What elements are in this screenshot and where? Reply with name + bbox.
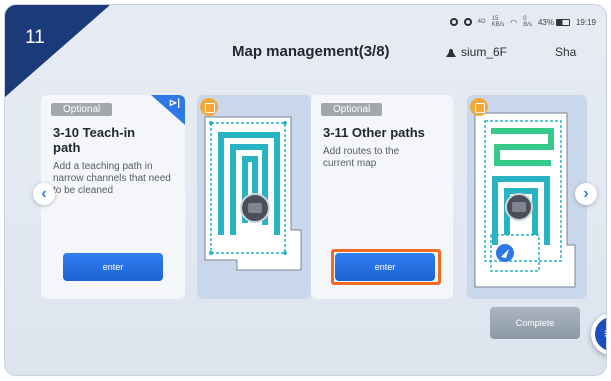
map-drawing — [474, 112, 576, 288]
map-preview-other-paths[interactable] — [467, 95, 587, 299]
card-description: Add routes to the current map — [323, 146, 400, 169]
step-number: 11 — [25, 27, 45, 48]
share-button[interactable]: Sha — [555, 45, 576, 59]
previous-arrow-icon[interactable]: ‹ — [33, 183, 55, 205]
clock: 19:19 — [575, 17, 596, 27]
data-rate-upload: 15 KB/s — [491, 16, 505, 28]
card-description: Add a teaching path in narrow channels t… — [53, 161, 171, 196]
map-preview-teach-in[interactable] — [197, 95, 311, 299]
map-book-icon — [470, 98, 488, 116]
menu-fab[interactable]: ≡ — [591, 313, 606, 355]
map-book-icon — [200, 98, 218, 116]
card-title: 3-11 Other paths — [323, 125, 425, 140]
map-drawing — [204, 116, 302, 271]
location-icon — [463, 18, 472, 26]
data-rate-download: 0 B/s — [523, 16, 532, 28]
step-badge: 11 — [5, 5, 110, 97]
enter-button-highlight — [331, 249, 441, 285]
cellular-signal-icon: 4G — [477, 19, 486, 25]
page-title: Map management(3/8) — [232, 43, 390, 60]
complete-button[interactable]: Complete — [490, 307, 580, 339]
next-arrow-icon[interactable]: › — [575, 183, 597, 205]
record-icon — [449, 18, 458, 26]
wifi-icon: ◠ — [510, 17, 518, 27]
card-title: 3-10 Teach-in path — [53, 125, 136, 155]
skip-icon: ⊳| — [168, 98, 180, 109]
step-card-teach-in-path[interactable]: Optional ⊳| 3-10 Teach-in path Add a tea… — [41, 95, 185, 299]
site-selector[interactable]: sium_6F — [445, 45, 507, 59]
tablet-screen: 11 4G 15 KB/s ◠ 0 B/s 43% 19:19 Map manage… — [4, 4, 607, 376]
building-icon — [446, 48, 456, 57]
battery-indicator: 43% — [538, 18, 570, 27]
skip-flag[interactable]: ⊳| — [151, 95, 185, 125]
status-bar: 4G 15 KB/s ◠ 0 B/s 43% 19:19 — [449, 16, 596, 28]
optional-tag: Optional — [51, 103, 113, 116]
enter-button[interactable]: enter — [63, 253, 163, 281]
battery-icon — [555, 18, 570, 26]
optional-tag: Optional — [321, 103, 383, 116]
menu-icon: ≡ — [604, 325, 606, 341]
site-name: sium_6F — [461, 45, 508, 59]
